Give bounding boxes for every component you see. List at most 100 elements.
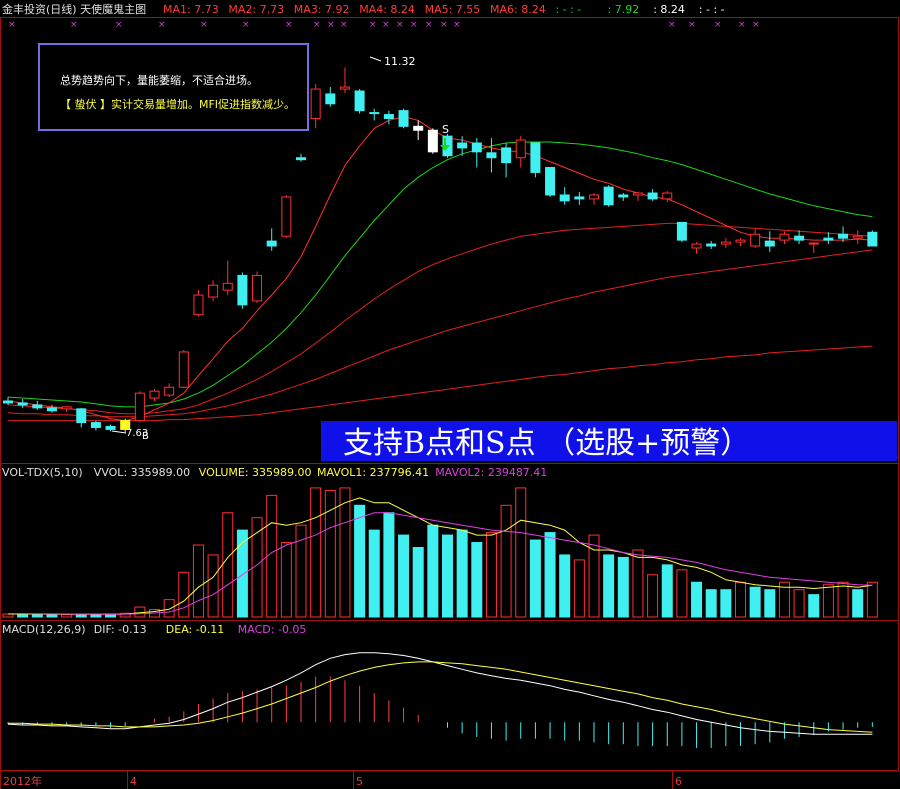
candle-body-11 [164, 386, 175, 396]
signal-cross-3: × [158, 20, 166, 30]
macd-histogram [7, 676, 873, 748]
candle-body-22 [325, 93, 336, 105]
signal-cross-15: × [440, 20, 448, 30]
volume-bar-57 [837, 581, 849, 618]
volume-bar-13 [192, 544, 204, 618]
chart-header: 金丰投资(日线) 天使魔鬼主图 MA1: 7.73 MA2: 7.73 MA3: 7.… [2, 2, 725, 16]
signal-cross-7: × [313, 20, 321, 30]
signal-cross-2: × [115, 20, 123, 30]
volume-bar-44 [647, 574, 659, 618]
macd-lines [7, 652, 873, 735]
dif-line [7, 652, 873, 735]
signal-cross-11: × [382, 20, 390, 30]
candle-body-57 [838, 233, 849, 239]
volume-bar-38 [559, 554, 571, 618]
ma-legend-3: MA4: 8.24 [359, 3, 415, 16]
volume-bar-27 [398, 534, 410, 618]
signal-cross-1: × [70, 20, 78, 30]
volume-bar-23 [339, 487, 351, 618]
signal-cross-10: × [369, 20, 377, 30]
sell-marker: S [442, 123, 449, 136]
macd-legend-1: DIF: -0.13 [94, 623, 147, 636]
candle-body-42 [618, 194, 629, 198]
volume-bar-31 [456, 529, 468, 618]
signal-cross-6: × [285, 20, 293, 30]
ma-line-slow2 [7, 249, 873, 418]
volume-bar-45 [661, 564, 673, 618]
moving-average-lines [7, 115, 873, 422]
volume-bar-15 [222, 512, 234, 618]
ma-legend-9: : - : - [699, 3, 725, 16]
volume-header: VOL-TDX(5,10) VVOL: 335989.00 VOLUME: 3359… [2, 466, 547, 479]
volume-bar-28 [412, 547, 424, 618]
candle-body-41 [603, 186, 614, 206]
vol-legend-2: VOLUME: 335989.00 [199, 466, 312, 479]
signal-cross-20: × [738, 20, 746, 30]
candle-body-24 [354, 90, 365, 112]
date-axis: 2012年 4 5 6 [0, 770, 900, 789]
ma-legend-2: MA3: 7.92 [294, 3, 350, 16]
signal-cross-21: × [752, 20, 760, 30]
candle-body-59 [867, 231, 878, 247]
candle-body-34 [501, 147, 512, 164]
candle-body-23 [339, 86, 350, 90]
candle-body-29 [427, 129, 438, 153]
candle-body-38 [559, 194, 570, 202]
volume-bar-58 [852, 589, 864, 618]
volume-bar-39 [573, 559, 585, 618]
volume-bars [2, 487, 878, 618]
signal-cross-14: × [425, 20, 433, 30]
candle-body-49 [720, 241, 731, 245]
volume-bar-22 [324, 489, 336, 618]
signal-cross-18: × [688, 20, 696, 30]
candle-body-58 [852, 235, 863, 239]
dea-line [8, 661, 873, 733]
volume-bar-55 [808, 594, 820, 618]
candle-body-2 [32, 404, 43, 409]
volume-bar-47 [691, 581, 703, 618]
candle-body-54 [794, 235, 805, 241]
date-label-year: 2012年 [3, 774, 42, 788]
volume-bar-41 [603, 554, 615, 618]
volume-bar-12 [178, 571, 190, 618]
volume-bar-59 [866, 581, 878, 618]
signal-cross-9: × [340, 20, 348, 30]
macd-legend-3: MACD: -0.05 [238, 623, 307, 636]
candle-body-12 [178, 351, 189, 388]
volume-bar-37 [544, 532, 556, 618]
macd-legend-2: DEA: -0.11 [166, 623, 224, 636]
volume-bar-33 [485, 532, 497, 618]
candle-body-35 [515, 139, 526, 159]
ma-legend-6: : - : - [555, 3, 581, 16]
volume-bar-56 [822, 584, 834, 618]
candle-body-14 [208, 284, 219, 298]
candle-body-5 [76, 408, 87, 424]
candle-body-17 [252, 274, 263, 302]
candle-body-15 [222, 282, 233, 291]
volume-bar-51 [749, 586, 761, 618]
ma-legend-7: : 7.92 [608, 3, 640, 16]
macd-header: MACD(12,26,9) DIF: -0.13 DEA: -0.11 MACD: -… [2, 623, 306, 636]
ma-legend-5: MA6: 8.24 [490, 3, 546, 16]
volume-bar-2 [31, 613, 43, 618]
volume-bar-34 [500, 504, 512, 618]
candle-body-32 [471, 142, 482, 153]
candle-body-18 [266, 240, 277, 247]
candle-body-47 [691, 243, 702, 249]
candle-body-13 [193, 294, 204, 316]
signal-crosses: × × × × × × × × × × × × × × × × × × × × × × [8, 20, 760, 30]
candle-body-26 [383, 114, 394, 119]
candle-body-46 [676, 221, 687, 241]
candle-body-21 [310, 88, 321, 119]
ma-legend-0: MA1: 7.73 [163, 3, 219, 16]
candle-body-56 [823, 237, 834, 241]
volume-bar-48 [705, 589, 717, 618]
candle-body-25 [369, 112, 380, 115]
candle-body-4 [61, 406, 72, 410]
stock-chart[interactable]: 金丰投资(日线) 天使魔鬼主图 MA1: 7.73 MA2: 7.73 MA3: 7.… [0, 0, 900, 789]
candle-body-45 [662, 192, 673, 200]
volume-bar-26 [383, 512, 395, 618]
candle-body-43 [632, 192, 643, 196]
candle-body-39 [574, 196, 585, 200]
signal-cross-8: × [327, 20, 335, 30]
